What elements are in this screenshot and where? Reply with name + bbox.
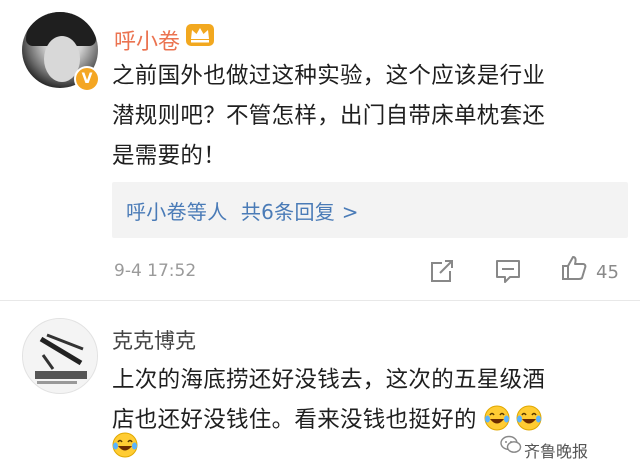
view-replies-link[interactable]: 呼小卷等人 共6条回复 >	[126, 196, 359, 225]
comment-text: 之前国外也做过这种实验，这个应该是行业 潜规则吧？不管怎样，出门自带床单枕套还 …	[112, 56, 627, 176]
comment-text-line: 店也还好没钱住。看来没钱也挺好的	[112, 400, 627, 440]
timestamp: 9-4 17:52	[114, 261, 197, 281]
verified-badge-icon: V	[74, 66, 100, 92]
username[interactable]: 呼小卷	[114, 24, 180, 56]
laughing-crying-emoji-icon	[484, 405, 510, 431]
thumbs-up-icon[interactable]	[560, 254, 588, 282]
avatar[interactable]	[22, 318, 98, 394]
crown-icon	[186, 24, 214, 46]
wechat-logo-icon	[500, 435, 522, 453]
comment-text-segment: 店也还好没钱住。看来没钱也挺好的	[112, 407, 477, 433]
comment-text-line: 之前国外也做过这种实验，这个应该是行业	[112, 63, 546, 89]
avatar-image	[23, 319, 97, 393]
like-count: 45	[596, 262, 619, 283]
comment-icon[interactable]	[494, 257, 522, 285]
watermark-text: 齐鲁晚报	[524, 442, 589, 461]
comment-text-line: 上次的海底捞还好没钱去，这次的五星级酒	[112, 367, 546, 393]
replies-box[interactable]: 呼小卷等人 共6条回复 >	[112, 182, 628, 238]
username[interactable]: 克克博克	[112, 325, 196, 355]
divider	[0, 300, 640, 301]
comment-text-line: 是需要的！	[112, 143, 227, 169]
laughing-crying-emoji-icon	[112, 432, 138, 458]
share-icon[interactable]	[428, 257, 456, 285]
comment-text: 上次的海底捞还好没钱去，这次的五星级酒 店也还好没钱住。看来没钱也挺好的	[112, 360, 627, 440]
comment-text-line: 潜规则吧？不管怎样，出门自带床单枕套还	[112, 103, 546, 129]
laughing-crying-emoji-icon	[516, 405, 542, 431]
